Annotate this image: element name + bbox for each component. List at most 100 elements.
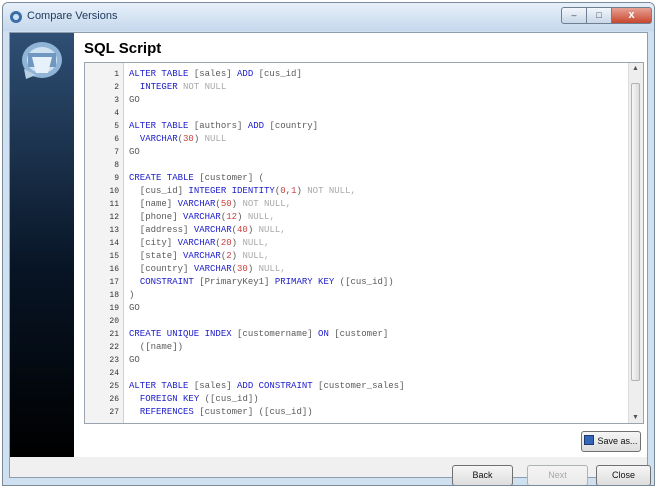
floppy-disk-icon (584, 435, 595, 445)
next-button[interactable]: Next (527, 465, 588, 485)
sidebar-banner (10, 33, 74, 457)
code-token: CREATE UNIQUE INDEX (129, 329, 232, 339)
code-text: REFERENCES [customer] ([cus_id]) (129, 406, 313, 419)
code-token: VARCHAR (193, 264, 232, 274)
code-token: [country] (129, 264, 194, 274)
code-token: 20 (220, 238, 232, 248)
vertical-scrollbar[interactable]: ▲ ▼ (628, 63, 643, 423)
code-token: [state] (129, 251, 184, 261)
code-token: [customer] ( (193, 173, 265, 183)
code-token: [city] (129, 238, 178, 248)
back-button[interactable]: Back (452, 465, 513, 485)
line-number: 11 (109, 200, 119, 209)
line-number: 22 (109, 343, 119, 352)
code-token: INTEGER (139, 82, 178, 92)
line-number: 16 (109, 265, 119, 274)
code-token: [sales] (188, 69, 238, 79)
code-text: ) (129, 289, 134, 302)
code-text: GO (129, 146, 140, 159)
code-text: [city] VARCHAR(20) NULL, (129, 237, 270, 250)
code-text: CREATE UNIQUE INDEX [customername] ON [c… (129, 328, 388, 341)
scrollbar-thumb[interactable] (631, 83, 640, 381)
line-number: 24 (109, 369, 119, 378)
line-number: 25 (109, 382, 119, 391)
code-token: VARCHAR (193, 225, 232, 235)
code-token: NULL, (237, 238, 270, 248)
code-token: NULL, (242, 212, 275, 222)
line-number: 9 (114, 174, 119, 183)
code-token: FOREIGN KEY (139, 394, 200, 404)
code-text: ALTER TABLE [sales] ADD [cus_id] (129, 68, 302, 81)
code-token: ([name]) (129, 342, 184, 352)
line-number: 7 (114, 148, 119, 157)
code-token: [customer] ([cus_id]) (193, 407, 313, 417)
code-token: NULL, (237, 251, 270, 261)
line-number: 23 (109, 356, 119, 365)
code-token: NOT NULL, (301, 186, 356, 196)
code-token: CREATE TABLE (129, 173, 194, 183)
dialog-client-area: SQL Script 1 ALTER TABLE [sales] ADD [cus… (9, 32, 651, 485)
code-token: VARCHAR (177, 238, 216, 248)
code-token: ADD (237, 69, 254, 79)
line-number: 1 (114, 70, 119, 79)
code-token: GO (129, 95, 140, 105)
sql-script-editor[interactable]: 1 ALTER TABLE [sales] ADD [cus_id] 2 INTEG… (84, 62, 644, 424)
scroll-down-arrow-icon[interactable]: ▼ (632, 414, 639, 421)
line-number: 15 (109, 252, 119, 261)
code-token: VARCHAR (139, 134, 178, 144)
back-label: Back (472, 470, 493, 480)
code-token: [country] (264, 121, 319, 131)
page-title: SQL Script (84, 40, 162, 57)
minimize-button[interactable]: – (561, 7, 587, 24)
code-token: NOT NULL (177, 82, 227, 92)
code-token: CONSTRAINT (139, 277, 194, 287)
code-token: ADD (247, 121, 265, 131)
code-token: NOT NULL, (237, 199, 292, 209)
code-text: CREATE TABLE [customer] ( (129, 172, 264, 185)
code-text: ALTER TABLE [authors] ADD [country] (129, 120, 318, 133)
next-label: Next (548, 470, 567, 480)
code-token: VARCHAR (183, 251, 221, 261)
code-token: [cus_id] (253, 69, 302, 79)
code-text: INTEGER NOT NULL (129, 81, 226, 94)
code-text: GO (129, 354, 140, 367)
line-number: 8 (114, 161, 119, 170)
code-token: ALTER TABLE (129, 69, 189, 79)
line-number: 21 (109, 330, 119, 339)
title-bar[interactable]: Compare Versions – □ x (3, 3, 654, 31)
app-icon (10, 11, 22, 23)
maximize-button[interactable]: □ (586, 7, 612, 24)
line-number: 2 (114, 83, 119, 92)
code-token: GO (129, 303, 140, 313)
close-window-button[interactable]: x (611, 7, 652, 24)
code-text: GO (129, 302, 140, 315)
code-token: [customername] (231, 329, 319, 339)
code-token: PRIMARY KEY (274, 277, 335, 287)
code-text: ([name]) (129, 341, 183, 354)
close-button[interactable]: Close (596, 465, 651, 485)
code-token: ([cus_id]) (334, 277, 394, 287)
save-as-label: Save as... (597, 436, 638, 446)
line-number: 3 (114, 96, 119, 105)
code-token: [authors] (188, 121, 248, 131)
line-number: 17 (109, 278, 119, 287)
code-text: GO (129, 94, 140, 107)
code-token: 30 (237, 264, 248, 274)
compare-versions-window: Compare Versions – □ x SQL Script 1 ALTER… (2, 2, 655, 486)
window-title: Compare Versions (27, 10, 118, 22)
code-token: 50 (220, 199, 232, 209)
code-token: ADD CONSTRAINT (237, 381, 313, 391)
code-token: [sales] (188, 381, 238, 391)
code-token: VARCHAR (177, 199, 216, 209)
scroll-up-arrow-icon[interactable]: ▲ (632, 65, 639, 72)
code-token: NULL (199, 134, 227, 144)
line-number: 6 (114, 135, 119, 144)
save-as-button[interactable]: Save as... (581, 431, 641, 452)
code-text: VARCHAR(30) NULL (129, 133, 226, 146)
code-token: 40 (237, 225, 248, 235)
code-token: [PrimaryKey1] (193, 277, 275, 287)
